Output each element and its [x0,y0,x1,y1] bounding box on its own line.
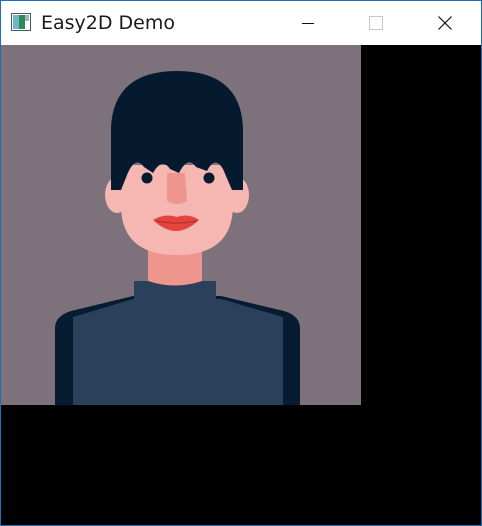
close-icon [438,16,452,30]
nose [167,173,187,204]
maximize-button[interactable] [353,1,399,45]
title-bar[interactable]: Easy2D Demo [1,1,481,45]
right-eye [203,172,215,184]
maximize-icon [369,16,383,30]
minimize-icon [302,23,314,24]
left-eye [141,172,153,184]
app-window: Easy2D Demo [0,0,482,526]
window-title: Easy2D Demo [41,12,176,34]
app-icon [11,13,31,31]
game-canvas[interactable] [1,45,481,525]
close-button[interactable] [422,1,468,45]
portrait-scene [1,45,361,405]
minimize-button[interactable] [285,1,331,45]
sweater-collar [134,281,216,319]
